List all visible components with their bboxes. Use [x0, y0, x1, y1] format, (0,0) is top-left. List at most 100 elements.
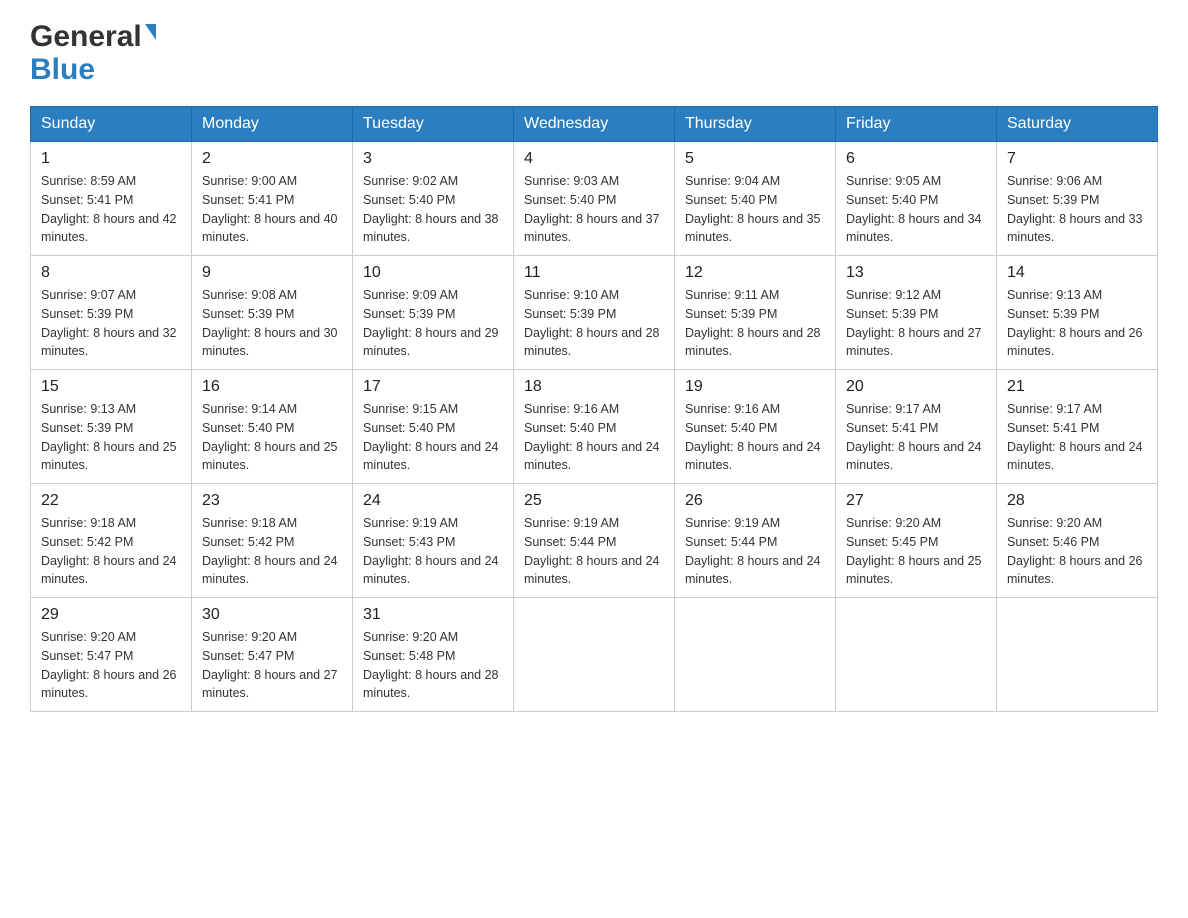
- day-number: 10: [363, 264, 503, 282]
- day-info: Sunrise: 9:20 AMSunset: 5:45 PMDaylight:…: [846, 514, 986, 589]
- day-cell-30: 30 Sunrise: 9:20 AMSunset: 5:47 PMDayligh…: [192, 598, 353, 712]
- day-cell-11: 11 Sunrise: 9:10 AMSunset: 5:39 PMDayligh…: [514, 256, 675, 370]
- weekday-header-thursday: Thursday: [675, 107, 836, 142]
- day-number: 30: [202, 606, 342, 624]
- day-cell-2: 2 Sunrise: 9:00 AMSunset: 5:41 PMDaylight…: [192, 142, 353, 256]
- day-number: 6: [846, 150, 986, 168]
- day-info: Sunrise: 9:18 AMSunset: 5:42 PMDaylight:…: [41, 514, 181, 589]
- day-info: Sunrise: 9:09 AMSunset: 5:39 PMDaylight:…: [363, 286, 503, 361]
- day-cell-20: 20Sunrise: 9:17 AMSunset: 5:41 PMDayligh…: [836, 370, 997, 484]
- day-number: 19: [685, 378, 825, 396]
- day-cell-26: 26 Sunrise: 9:19 AMSunset: 5:44 PMDayligh…: [675, 484, 836, 598]
- day-info: Sunrise: 9:04 AMSunset: 5:40 PMDaylight:…: [685, 172, 825, 247]
- day-cell-6: 6 Sunrise: 9:05 AMSunset: 5:40 PMDaylight…: [836, 142, 997, 256]
- empty-cell: [514, 598, 675, 712]
- day-number: 11: [524, 264, 664, 282]
- day-number: 31: [363, 606, 503, 624]
- day-number: 3: [363, 150, 503, 168]
- day-number: 8: [41, 264, 181, 282]
- day-number: 9: [202, 264, 342, 282]
- day-number: 18: [524, 378, 664, 396]
- day-info: Sunrise: 9:19 AMSunset: 5:44 PMDaylight:…: [524, 514, 664, 589]
- day-cell-7: 7 Sunrise: 9:06 AMSunset: 5:39 PMDaylight…: [997, 142, 1158, 256]
- day-cell-19: 19 Sunrise: 9:16 AMSunset: 5:40 PMDayligh…: [675, 370, 836, 484]
- day-info: Sunrise: 9:16 AMSunset: 5:40 PMDaylight:…: [685, 400, 825, 475]
- logo-blue-text: Blue: [30, 53, 156, 86]
- day-info: Sunrise: 9:13 AMSunset: 5:39 PMDaylight:…: [1007, 286, 1147, 361]
- empty-cell: [997, 598, 1158, 712]
- day-info: Sunrise: 9:20 AMSunset: 5:46 PMDaylight:…: [1007, 514, 1147, 589]
- day-number: 23: [202, 492, 342, 510]
- weekday-header-saturday: Saturday: [997, 107, 1158, 142]
- day-info: Sunrise: 8:59 AMSunset: 5:41 PMDaylight:…: [41, 172, 181, 247]
- empty-cell: [675, 598, 836, 712]
- day-cell-21: 21 Sunrise: 9:17 AMSunset: 5:41 PMDayligh…: [997, 370, 1158, 484]
- day-number: 7: [1007, 150, 1147, 168]
- day-info: Sunrise: 9:00 AMSunset: 5:41 PMDaylight:…: [202, 172, 342, 247]
- weekday-header-monday: Monday: [192, 107, 353, 142]
- day-cell-16: 16Sunrise: 9:14 AMSunset: 5:40 PMDayligh…: [192, 370, 353, 484]
- day-info: Sunrise: 9:16 AMSunset: 5:40 PMDaylight:…: [524, 400, 664, 475]
- day-cell-25: 25Sunrise: 9:19 AMSunset: 5:44 PMDayligh…: [514, 484, 675, 598]
- day-number: 28: [1007, 492, 1147, 510]
- weekday-header-wednesday: Wednesday: [514, 107, 675, 142]
- logo-general-text: General: [30, 20, 142, 53]
- day-cell-12: 12 Sunrise: 9:11 AMSunset: 5:39 PMDayligh…: [675, 256, 836, 370]
- day-number: 27: [846, 492, 986, 510]
- day-number: 21: [1007, 378, 1147, 396]
- empty-cell: [836, 598, 997, 712]
- day-number: 5: [685, 150, 825, 168]
- day-info: Sunrise: 9:18 AMSunset: 5:42 PMDaylight:…: [202, 514, 342, 589]
- weekday-header-sunday: Sunday: [31, 107, 192, 142]
- day-number: 12: [685, 264, 825, 282]
- day-info: Sunrise: 9:12 AMSunset: 5:39 PMDaylight:…: [846, 286, 986, 361]
- day-number: 26: [685, 492, 825, 510]
- day-cell-1: 1 Sunrise: 8:59 AMSunset: 5:41 PMDaylight…: [31, 142, 192, 256]
- logo-arrow-icon: [145, 24, 156, 40]
- day-number: 14: [1007, 264, 1147, 282]
- day-info: Sunrise: 9:05 AMSunset: 5:40 PMDaylight:…: [846, 172, 986, 247]
- day-cell-29: 29 Sunrise: 9:20 AMSunset: 5:47 PMDayligh…: [31, 598, 192, 712]
- day-number: 15: [41, 378, 181, 396]
- day-cell-28: 28 Sunrise: 9:20 AMSunset: 5:46 PMDayligh…: [997, 484, 1158, 598]
- weekday-header-friday: Friday: [836, 107, 997, 142]
- day-number: 24: [363, 492, 503, 510]
- day-info: Sunrise: 9:13 AMSunset: 5:39 PMDaylight:…: [41, 400, 181, 475]
- page-header: General Blue: [30, 20, 1158, 86]
- day-info: Sunrise: 9:20 AMSunset: 5:47 PMDaylight:…: [41, 628, 181, 703]
- logo: General Blue: [30, 20, 156, 86]
- day-number: 22: [41, 492, 181, 510]
- day-cell-24: 24 Sunrise: 9:19 AMSunset: 5:43 PMDayligh…: [353, 484, 514, 598]
- day-number: 17: [363, 378, 503, 396]
- day-cell-15: 15 Sunrise: 9:13 AMSunset: 5:39 PMDayligh…: [31, 370, 192, 484]
- day-info: Sunrise: 9:06 AMSunset: 5:39 PMDaylight:…: [1007, 172, 1147, 247]
- day-info: Sunrise: 9:20 AMSunset: 5:48 PMDaylight:…: [363, 628, 503, 703]
- day-info: Sunrise: 9:08 AMSunset: 5:39 PMDaylight:…: [202, 286, 342, 361]
- day-info: Sunrise: 9:20 AMSunset: 5:47 PMDaylight:…: [202, 628, 342, 703]
- day-cell-4: 4 Sunrise: 9:03 AMSunset: 5:40 PMDaylight…: [514, 142, 675, 256]
- day-info: Sunrise: 9:19 AMSunset: 5:44 PMDaylight:…: [685, 514, 825, 589]
- day-info: Sunrise: 9:07 AMSunset: 5:39 PMDaylight:…: [41, 286, 181, 361]
- calendar-table: SundayMondayTuesdayWednesdayThursdayFrid…: [30, 106, 1158, 712]
- day-info: Sunrise: 9:03 AMSunset: 5:40 PMDaylight:…: [524, 172, 664, 247]
- day-number: 2: [202, 150, 342, 168]
- day-info: Sunrise: 9:15 AMSunset: 5:40 PMDaylight:…: [363, 400, 503, 475]
- day-number: 29: [41, 606, 181, 624]
- day-number: 4: [524, 150, 664, 168]
- day-info: Sunrise: 9:17 AMSunset: 5:41 PMDaylight:…: [1007, 400, 1147, 475]
- day-cell-18: 18 Sunrise: 9:16 AMSunset: 5:40 PMDayligh…: [514, 370, 675, 484]
- day-info: Sunrise: 9:19 AMSunset: 5:43 PMDaylight:…: [363, 514, 503, 589]
- day-info: Sunrise: 9:11 AMSunset: 5:39 PMDaylight:…: [685, 286, 825, 361]
- day-number: 1: [41, 150, 181, 168]
- day-info: Sunrise: 9:02 AMSunset: 5:40 PMDaylight:…: [363, 172, 503, 247]
- day-cell-10: 10 Sunrise: 9:09 AMSunset: 5:39 PMDayligh…: [353, 256, 514, 370]
- day-cell-17: 17 Sunrise: 9:15 AMSunset: 5:40 PMDayligh…: [353, 370, 514, 484]
- day-number: 16: [202, 378, 342, 396]
- day-number: 13: [846, 264, 986, 282]
- day-cell-31: 31 Sunrise: 9:20 AMSunset: 5:48 PMDayligh…: [353, 598, 514, 712]
- day-cell-23: 23 Sunrise: 9:18 AMSunset: 5:42 PMDayligh…: [192, 484, 353, 598]
- day-cell-5: 5 Sunrise: 9:04 AMSunset: 5:40 PMDaylight…: [675, 142, 836, 256]
- day-cell-3: 3 Sunrise: 9:02 AMSunset: 5:40 PMDaylight…: [353, 142, 514, 256]
- day-number: 20: [846, 378, 986, 396]
- day-info: Sunrise: 9:10 AMSunset: 5:39 PMDaylight:…: [524, 286, 664, 361]
